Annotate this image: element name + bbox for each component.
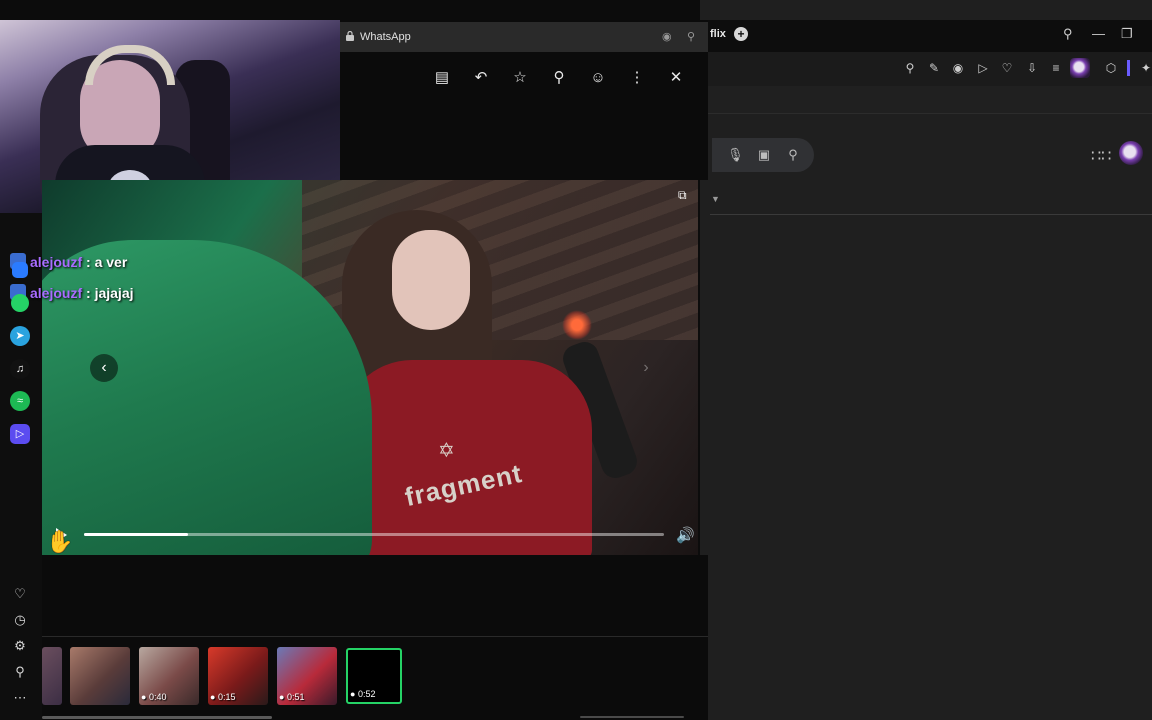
video-app-icon[interactable]: ▷ <box>10 424 30 444</box>
lens-icon[interactable]: ▣ <box>756 147 772 163</box>
pin-icon[interactable]: ⚲ <box>549 68 569 88</box>
media-strip-divider <box>42 636 708 637</box>
chevron-down-icon[interactable]: ▼ <box>711 194 720 204</box>
messenger-icon[interactable] <box>12 262 28 278</box>
extensions-icon[interactable]: ⬡ <box>1103 60 1119 76</box>
star-icon[interactable]: ☆ <box>510 68 530 88</box>
telegram-icon[interactable]: ➤ <box>10 326 30 346</box>
apps-grid-icon[interactable]: ∷∷ <box>1091 146 1111 166</box>
chat-text: a ver <box>94 254 128 270</box>
restore-button[interactable]: ❐ <box>1121 26 1133 42</box>
emoji-icon[interactable]: ☺ <box>588 68 608 88</box>
chat-username: alejouzf <box>30 285 83 301</box>
edit-icon[interactable]: ✎ <box>926 60 942 76</box>
zoom-icon[interactable]: ⚲ <box>902 60 918 76</box>
minimize-button[interactable]: — <box>1092 26 1105 41</box>
chat-username: alejouzf <box>30 254 83 270</box>
account-avatar[interactable] <box>1119 141 1143 165</box>
page-divider <box>710 214 1152 215</box>
thumbnail-duration-text: 0:15 <box>217 692 236 702</box>
thumbnail-duration-text: 0:40 <box>148 692 167 702</box>
thumbnail-duration: ● 0:52 <box>350 689 376 699</box>
horizontal-scrollbar-secondary[interactable] <box>580 716 684 718</box>
profile-avatar-icon[interactable] <box>1070 58 1090 78</box>
heart-toolbar-icon[interactable]: ♡ <box>999 60 1015 76</box>
video-face <box>392 230 470 330</box>
thumbnail-duration-text: 0:52 <box>357 689 376 699</box>
play-icon[interactable]: ▷ <box>975 60 991 76</box>
whatsapp-icon[interactable] <box>11 294 29 312</box>
reply-icon[interactable]: ↶ <box>471 68 491 88</box>
bookmarks-bar <box>700 86 1152 114</box>
search-icon[interactable]: ⚲ <box>785 147 801 163</box>
media-thumbnail[interactable] <box>70 647 130 705</box>
video-shirt <box>342 360 592 555</box>
tiktok-icon[interactable]: ♫ <box>10 359 30 379</box>
media-thumbnail-active[interactable]: ● 0:52 <box>346 648 402 704</box>
download-icon[interactable]: ⇩ <box>1024 60 1040 76</box>
star-pendant-icon: ✡ <box>438 440 455 462</box>
microphone-icon[interactable]: 🎙 <box>727 147 744 163</box>
thumbnail-duration-text: 0:51 <box>286 692 305 702</box>
video-player[interactable]: ✡ fragment ‹ › ⧉ <box>42 180 698 555</box>
chat-separator: : <box>86 285 91 301</box>
thumbnail-duration: ● 0:51 <box>279 692 305 702</box>
lightbulb-icon[interactable]: ⚲ <box>12 664 28 680</box>
horizontal-scrollbar[interactable] <box>42 716 272 719</box>
next-media-button[interactable]: › <box>632 354 660 382</box>
chat-message: alejouzf : jajajaj <box>10 284 134 301</box>
more-icon[interactable]: ⋮ <box>627 68 647 88</box>
media-thumbnail[interactable]: ● 0:15 <box>208 647 268 705</box>
seek-bar[interactable] <box>84 533 664 536</box>
thumbnail-duration: ● 0:40 <box>141 692 167 702</box>
new-tab-button[interactable]: + <box>734 27 748 41</box>
open-external-icon[interactable]: ⧉ <box>678 188 694 202</box>
menu-lines-icon[interactable]: ≡ <box>1048 60 1064 76</box>
eye-icon[interactable]: ◉ <box>662 30 672 43</box>
gear-icon[interactable]: ⚙ <box>12 638 28 654</box>
chat-text: jajajaj <box>94 285 134 301</box>
sidebar-indicator <box>1127 60 1130 76</box>
close-icon[interactable]: ✕ <box>666 68 686 88</box>
lock-icon <box>346 31 354 41</box>
headset-icon <box>85 45 175 85</box>
heart-icon[interactable]: ♡ <box>12 586 28 602</box>
whatsapp-title: WhatsApp <box>360 31 411 43</box>
camera-icon[interactable]: ◉ <box>950 60 966 76</box>
browser-search-icon[interactable]: ⚲ <box>1063 26 1073 42</box>
volume-icon[interactable]: 🔊 <box>676 526 695 544</box>
seek-progress <box>84 533 189 536</box>
browser-tab-title[interactable]: flix <box>710 28 726 40</box>
desktop: flix + ⚲ — ❐ ⚲ ✎ ◉ ▷ ♡ ⇩ ≡ ⬡ ✦ 🎙 ▣ ⚲ ∷∷ … <box>0 0 1152 720</box>
previous-media-button[interactable]: ‹ <box>90 354 118 382</box>
sparkle-icon[interactable]: ✦ <box>1138 60 1152 76</box>
chat-icon[interactable]: ▤ <box>432 68 452 88</box>
hand-cursor-icon: ✋ <box>46 529 74 554</box>
video-red-light <box>562 310 592 340</box>
media-thumbnail[interactable] <box>42 647 62 705</box>
clock-icon[interactable]: ◷ <box>12 612 28 628</box>
media-thumbnail[interactable]: ● 0:40 <box>139 647 199 705</box>
spotify-icon[interactable]: ≈ <box>10 391 30 411</box>
browser-tab-bar <box>700 20 1152 52</box>
chat-separator: : <box>86 254 91 270</box>
more-dots-icon[interactable]: ⋯ <box>12 690 28 706</box>
pin-window-icon[interactable]: ⚲ <box>687 30 695 43</box>
media-thumbnail[interactable]: ● 0:51 <box>277 647 337 705</box>
thumbnail-duration: ● 0:15 <box>210 692 236 702</box>
